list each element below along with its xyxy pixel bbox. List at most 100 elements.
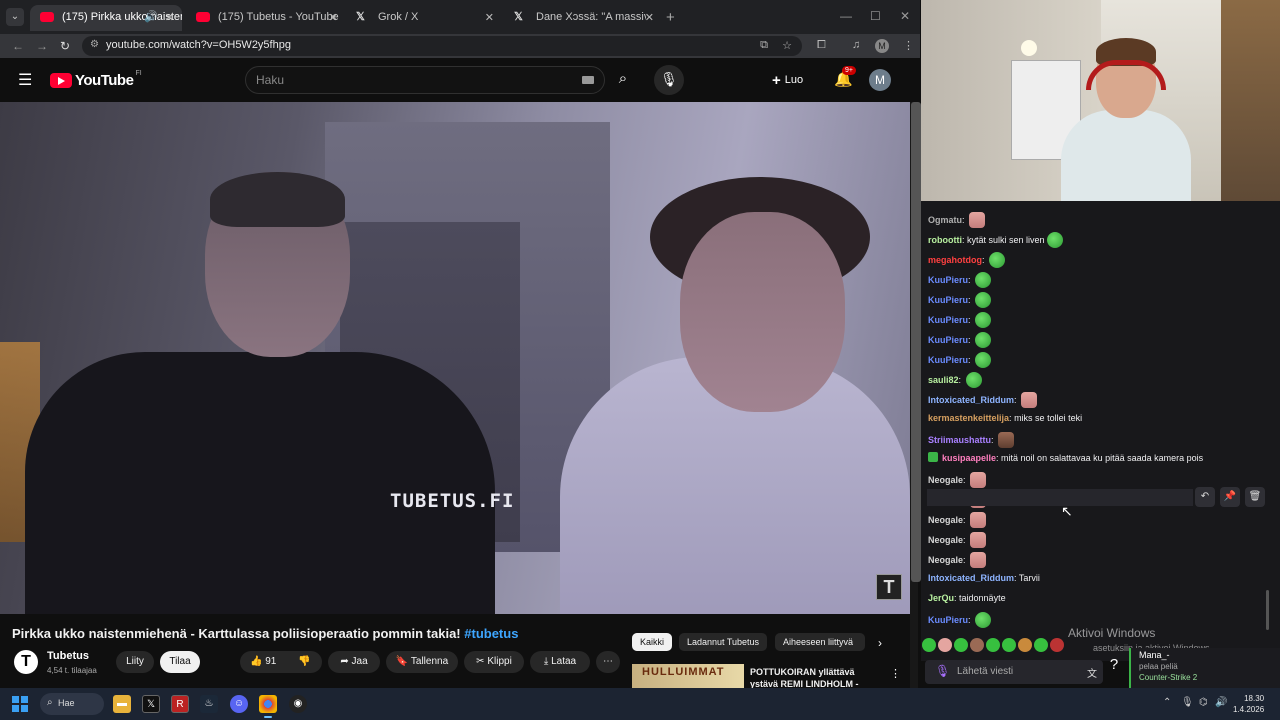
steam-icon[interactable]: ♨ xyxy=(200,695,218,713)
chat-message[interactable]: Neogale: xyxy=(928,472,987,488)
chat-message[interactable]: kusipaapelle: mitä noil on salattavaa ku… xyxy=(928,452,1203,464)
chat-input[interactable]: 🎙 Lähetä viesti 文 xyxy=(925,660,1103,684)
chat-message[interactable]: Intoxicated_Riddum: xyxy=(928,392,1038,408)
chat-scrollbar[interactable] xyxy=(1266,590,1269,630)
pink-emote-icon[interactable] xyxy=(969,212,986,228)
chip-uploaded[interactable]: Ladannut Tubetus xyxy=(679,633,768,651)
delete-icon[interactable]: 🗑 xyxy=(1245,487,1265,507)
pink-emote-icon[interactable] xyxy=(1021,392,1038,408)
close-icon[interactable]: ✕ xyxy=(645,11,654,24)
chat-message[interactable]: KuuPieru: xyxy=(928,612,992,628)
discord-icon[interactable]: ☺ xyxy=(230,695,248,713)
pin-icon[interactable]: 📌 xyxy=(1220,487,1240,507)
chat-username[interactable]: Neogale xyxy=(928,515,963,525)
chat-username[interactable]: Intoxicated_Riddum xyxy=(928,395,1014,405)
more-actions-button[interactable]: ⋯ xyxy=(596,651,620,673)
notifications-bell-icon[interactable]: 🔔 9+ xyxy=(834,66,856,88)
tab-search-button[interactable]: ⌄ xyxy=(6,8,24,26)
save-button[interactable]: 🔖 Tallenna xyxy=(386,651,458,673)
download-button[interactable]: ⤓ Lataa xyxy=(530,651,590,673)
site-info-icon[interactable]: ⚙ xyxy=(90,39,99,50)
tab-tubetus[interactable]: (175) Tubetus - YouTube ✕ xyxy=(186,5,346,31)
frog-emote-icon[interactable] xyxy=(1046,232,1063,248)
related-thumbnail[interactable]: HULLUIMMAT xyxy=(632,664,744,688)
youtube-logo[interactable]: YouTube FI xyxy=(50,70,142,89)
chat-username[interactable]: KuuPieru xyxy=(928,615,968,625)
tab-pirkka[interactable]: (175) Pirkka ukko naistenmiehenä 🔊 ✕ xyxy=(30,5,182,31)
chat-username[interactable]: KuuPieru xyxy=(928,295,968,305)
related-title[interactable]: POTTUKOIRAN yllättävä ystävä REMI LINDHO… xyxy=(750,666,882,688)
emote-icon[interactable] xyxy=(970,637,984,652)
chat-message[interactable]: JerQu: taidonnäyte xyxy=(928,592,1006,604)
windows-start-icon[interactable] xyxy=(12,696,28,712)
app-icon[interactable]: R xyxy=(171,695,189,713)
chat-username[interactable]: JerQu xyxy=(928,593,954,603)
extensions-icon[interactable]: ⧠ xyxy=(817,39,826,52)
video-player[interactable]: TUBETUS.FI T xyxy=(0,102,910,614)
taskbar-clock[interactable]: 18.30 1.4.2026 xyxy=(1233,693,1264,715)
channel-avatar[interactable]: T xyxy=(14,650,38,674)
chat-username[interactable]: megahotdog xyxy=(928,255,982,265)
subscribe-button[interactable]: Tilaa xyxy=(160,651,200,673)
microphone-tray-icon[interactable]: 🎙 xyxy=(1181,697,1194,708)
chat-username[interactable]: Intoxicated_Riddum xyxy=(928,573,1014,583)
channel-watermark-icon[interactable]: T xyxy=(876,574,902,600)
channel-name[interactable]: Tubetus xyxy=(47,650,89,662)
chip-all[interactable]: Kaikki xyxy=(632,633,673,651)
clip-button[interactable]: ✂ Klippi xyxy=(464,651,524,673)
account-avatar[interactable]: M xyxy=(869,69,891,91)
chat-username[interactable]: kermastenkeittelija xyxy=(928,413,1009,423)
frog-emote-icon[interactable] xyxy=(965,372,982,388)
profile-avatar[interactable]: M xyxy=(875,39,889,53)
like-button[interactable]: 👍 91 👎 xyxy=(240,651,322,673)
microphone-icon[interactable]: 🎙 xyxy=(935,664,950,678)
pink-emote-icon[interactable] xyxy=(970,532,987,548)
chat-message[interactable]: KuuPieru: xyxy=(928,292,992,308)
reload-icon[interactable]: ↻ xyxy=(60,39,70,53)
frog-emote-icon[interactable] xyxy=(975,292,992,308)
chat-message[interactable]: KuuPieru: xyxy=(928,272,992,288)
brown-emote-icon[interactable] xyxy=(998,432,1015,448)
minimize-button[interactable]: — xyxy=(840,9,852,23)
tab-grok[interactable]: 𝕏 Grok / X ✕ xyxy=(346,5,502,31)
install-app-icon[interactable]: ⧉ xyxy=(760,39,768,52)
taskbar-search[interactable]: ⌕ Hae xyxy=(40,693,104,715)
network-icon[interactable]: ⌬ xyxy=(1199,697,1208,708)
chat-message[interactable]: robootti: kytät sulki sen liven xyxy=(928,232,1063,248)
pink-emote-icon[interactable] xyxy=(970,512,987,528)
chat-message[interactable]: Neogale: xyxy=(928,532,987,548)
chat-username[interactable]: KuuPieru xyxy=(928,335,968,345)
chat-username[interactable]: sauli82 xyxy=(928,375,959,385)
chat-message[interactable]: KuuPieru: xyxy=(928,312,992,328)
emote-icon[interactable] xyxy=(1002,637,1016,652)
chrome-icon[interactable] xyxy=(259,695,277,718)
emote-icon[interactable] xyxy=(1018,637,1032,652)
chat-username[interactable]: KuuPieru xyxy=(928,315,968,325)
chevron-right-icon[interactable]: › xyxy=(878,636,882,650)
pink-emote-icon[interactable] xyxy=(970,552,987,568)
chat-username[interactable]: kusipaapelle xyxy=(942,453,996,463)
close-window-button[interactable]: ✕ xyxy=(900,9,910,23)
media-control-icon[interactable]: ♫ xyxy=(852,39,860,51)
join-button[interactable]: Liity xyxy=(116,651,154,673)
keyboard-icon[interactable] xyxy=(582,76,594,84)
speaker-icon[interactable]: 🔊 xyxy=(144,10,158,23)
chat-message[interactable]: sauli82: xyxy=(928,372,982,388)
chat-message[interactable]: megahotdog: xyxy=(928,252,1006,268)
emote-icon[interactable] xyxy=(954,637,968,652)
frog-emote-icon[interactable] xyxy=(989,252,1006,268)
hamburger-menu-icon[interactable]: ☰ xyxy=(18,70,32,90)
x-app-icon[interactable]: 𝕏 xyxy=(142,695,160,713)
chat-username[interactable]: Neogale xyxy=(928,475,963,485)
frog-emote-icon[interactable] xyxy=(975,272,992,288)
emote-icon[interactable] xyxy=(938,637,952,652)
maximize-button[interactable]: ☐ xyxy=(870,9,881,23)
help-icon[interactable]: ? xyxy=(1104,656,1124,676)
chat-username[interactable]: Ogmatu xyxy=(928,215,962,225)
chat-username[interactable]: robootti xyxy=(928,235,962,245)
create-button[interactable]: + Luo xyxy=(772,72,803,89)
emote-icon[interactable] xyxy=(922,637,936,652)
related-more-icon[interactable]: ⋮ xyxy=(890,667,901,680)
chat-username[interactable]: KuuPieru xyxy=(928,355,968,365)
chat-username[interactable]: Neogale xyxy=(928,535,963,545)
